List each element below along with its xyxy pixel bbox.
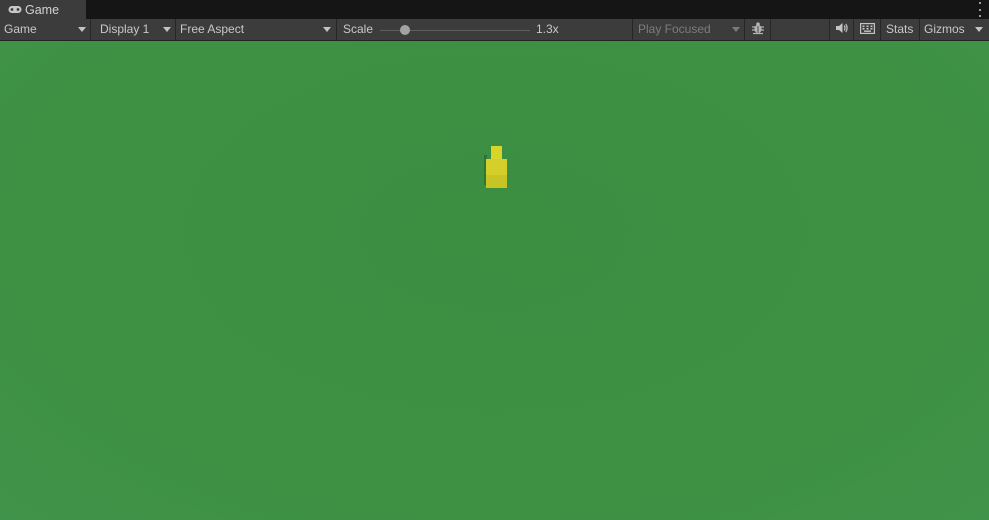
audio-toggle[interactable]: [830, 19, 853, 40]
tab-bar: Game: [0, 0, 989, 19]
view-mode-dropdown[interactable]: Game: [0, 19, 90, 40]
display-dropdown[interactable]: Display 1: [91, 19, 175, 40]
gamepad-icon: [8, 5, 22, 15]
stats-button[interactable]: Stats: [881, 19, 919, 40]
bug-icon: [751, 21, 765, 38]
view-mode-label: Game: [4, 22, 37, 36]
tab-label: Game: [25, 2, 60, 17]
scale-value: 1.3x: [536, 22, 559, 36]
chevron-down-icon: [323, 27, 331, 32]
stats-label: Stats: [886, 22, 914, 36]
tab-game[interactable]: Game: [0, 0, 86, 19]
debug-button[interactable]: [745, 19, 770, 40]
play-mode-label: Play Focused: [638, 22, 711, 36]
chevron-down-icon: [732, 27, 740, 32]
speaker-icon: [835, 22, 849, 37]
gizmos-dropdown[interactable]: Gizmos: [920, 19, 989, 40]
kebab-menu-icon[interactable]: [977, 2, 983, 17]
chevron-down-icon: [78, 27, 86, 32]
scale-slider-thumb[interactable]: [400, 25, 410, 35]
game-toolbar: Game Display 1 Free Aspect Scale 1.3x Pl…: [0, 19, 989, 41]
game-viewport[interactable]: [0, 41, 989, 520]
aspect-dropdown[interactable]: Free Aspect: [176, 19, 336, 40]
display-label: Display 1: [100, 22, 150, 36]
aspect-label: Free Aspect: [180, 22, 245, 36]
chevron-down-icon: [163, 27, 171, 32]
keyboard-icon: [859, 22, 875, 37]
gizmos-label: Gizmos: [924, 22, 965, 36]
player-sprite: [484, 146, 507, 188]
scale-label: Scale: [343, 22, 374, 36]
play-mode-dropdown[interactable]: Play Focused: [633, 19, 744, 40]
keyboard-shortcuts-button[interactable]: [854, 19, 880, 40]
chevron-down-icon: [975, 27, 983, 32]
